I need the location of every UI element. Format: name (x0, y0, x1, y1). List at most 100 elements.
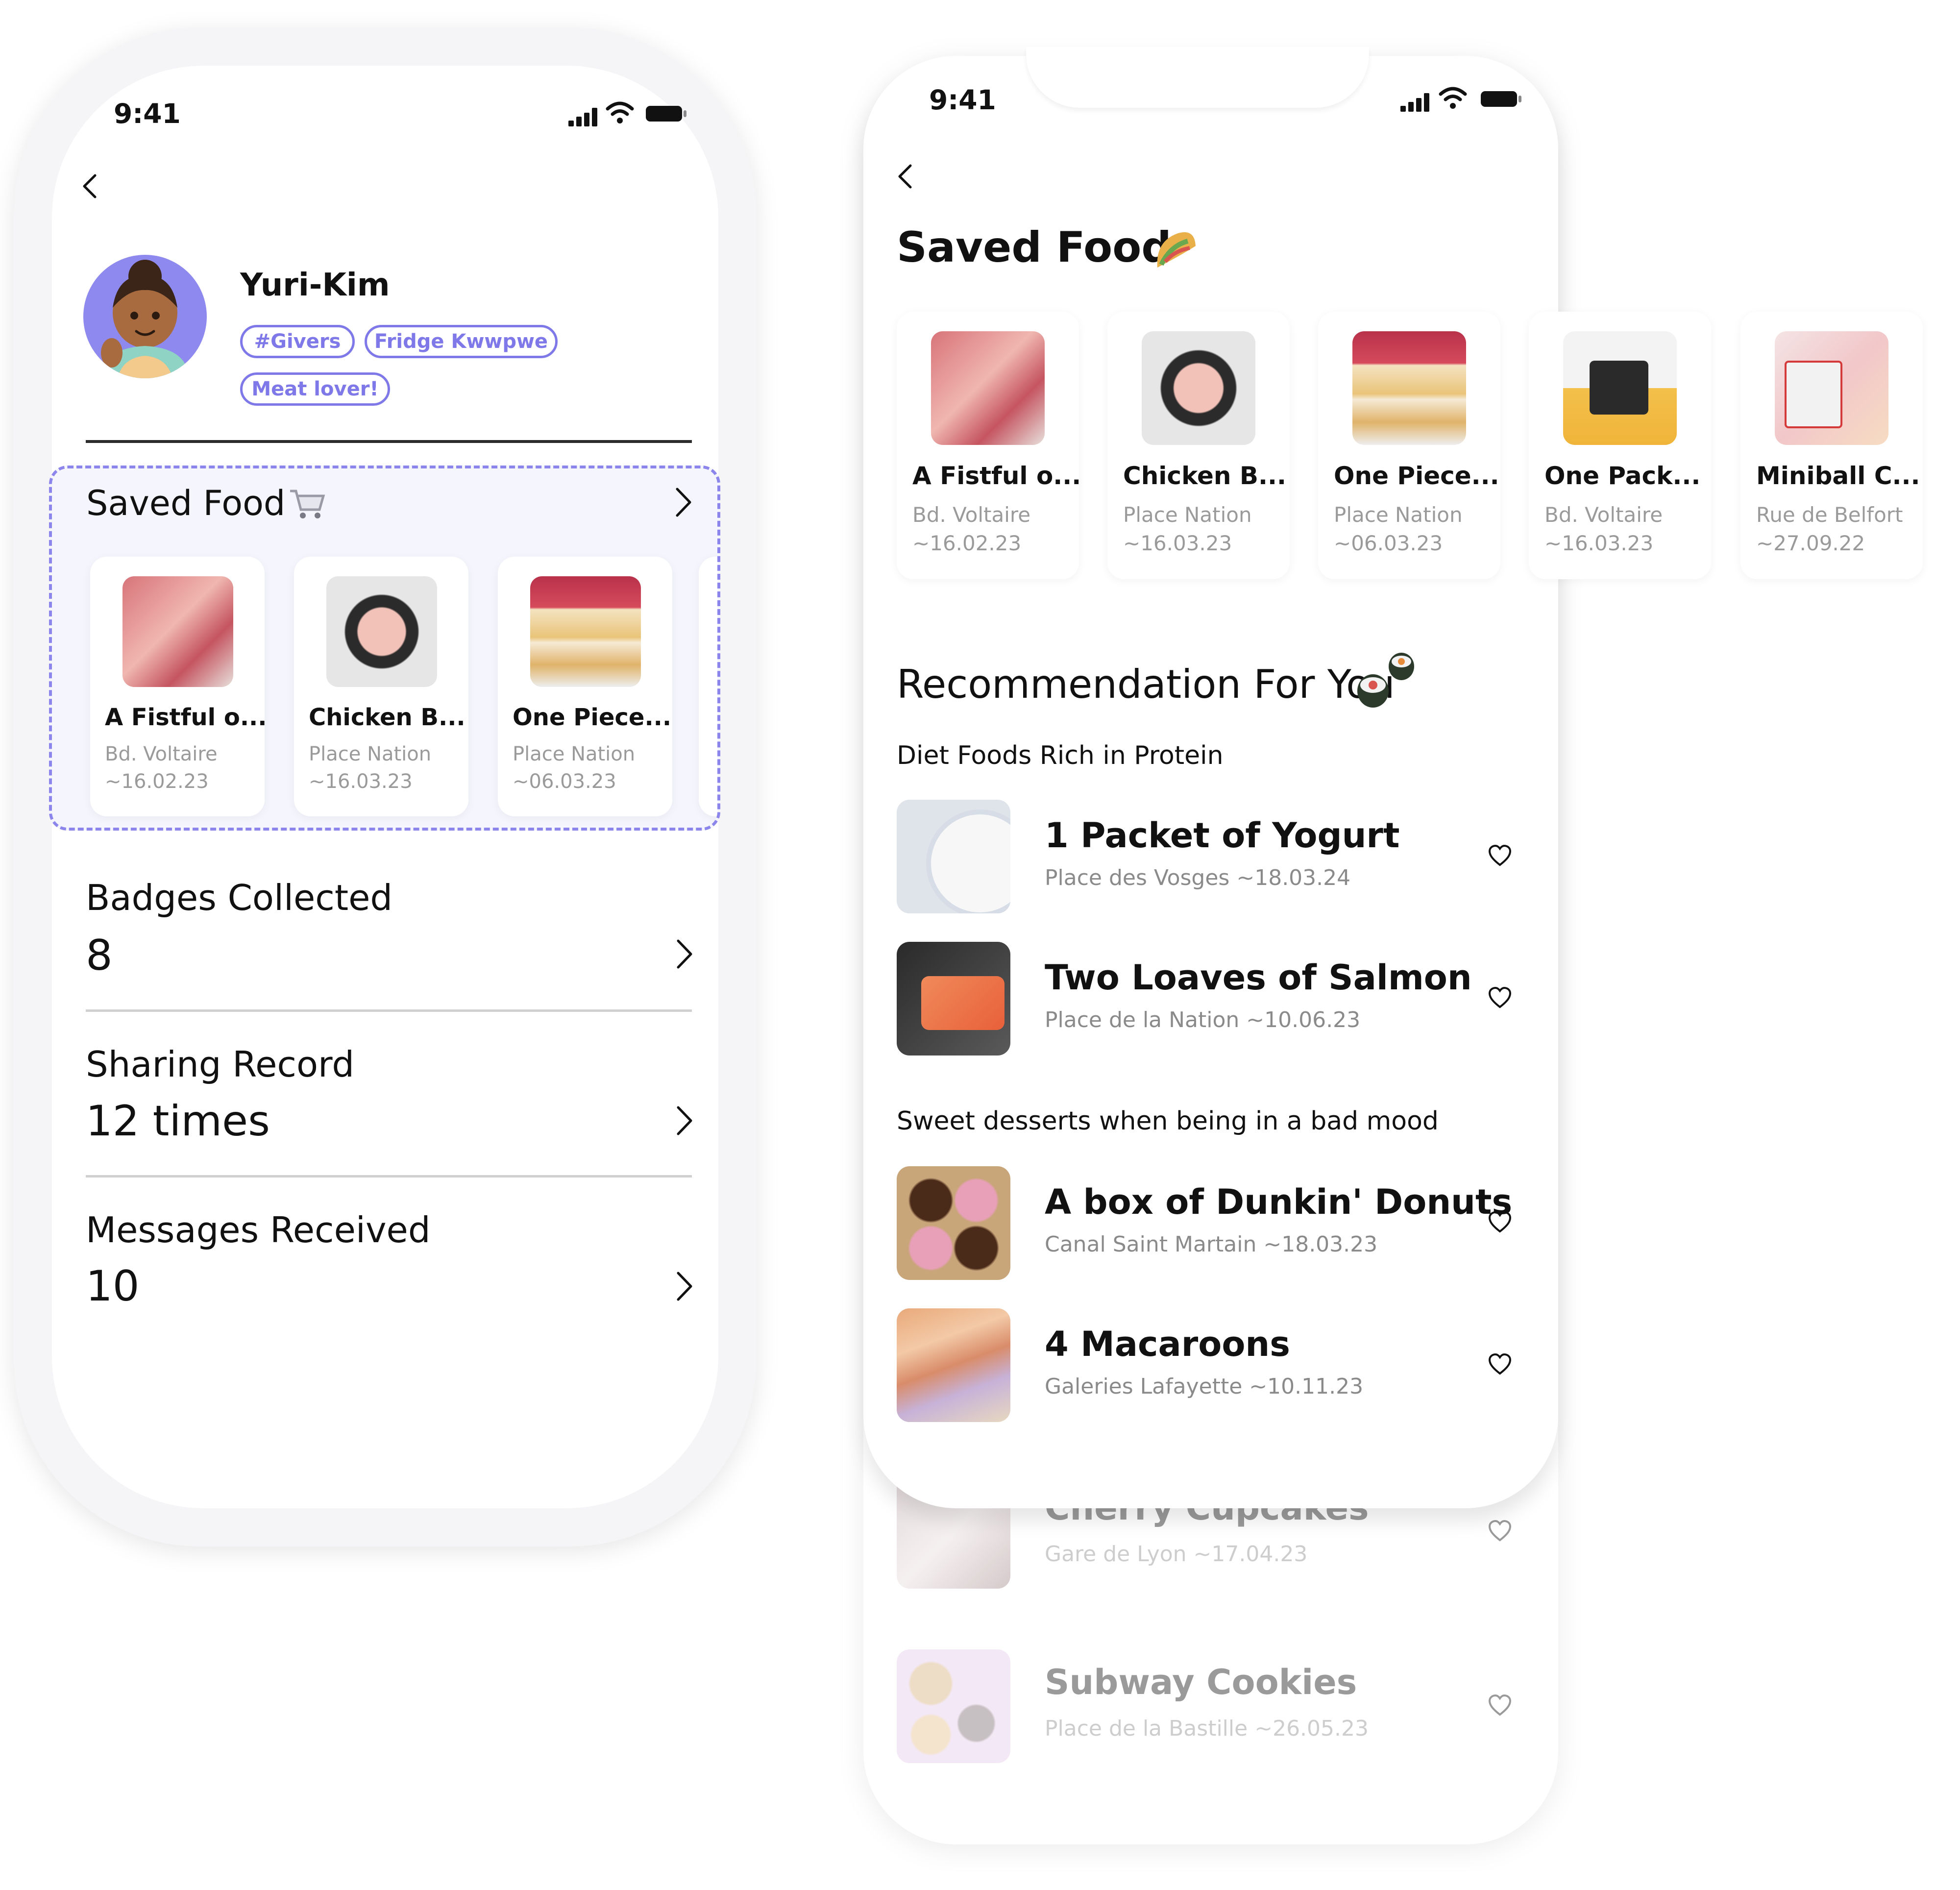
food-image (530, 576, 641, 687)
saved-food-card-partial[interactable] (699, 557, 717, 816)
favorite-button[interactable] (1488, 1519, 1512, 1546)
heart-icon (1488, 1520, 1512, 1542)
faded-item-title: Subway Cookies (1045, 1662, 1357, 1702)
badges-label: Badges Collected (86, 877, 393, 918)
card-place: Place Nation (1123, 503, 1252, 527)
item-meta: Place des Vosges ~18.03.24 (1045, 865, 1351, 890)
tag-givers[interactable]: #Givers (240, 325, 355, 358)
item-meta: Canal Saint Martain ~18.03.23 (1045, 1232, 1378, 1257)
card-place: Rue de Belfort (1756, 503, 1903, 527)
saved-food-card[interactable]: Chicken B... Place Nation ~16.03.23 (1107, 312, 1290, 579)
saved-food-section[interactable]: Saved Food A Fistful o... Bd. Voltaire ~… (49, 466, 720, 831)
food-image (1563, 331, 1677, 445)
salmon-image (897, 942, 1010, 1055)
sharing-open-button[interactable] (671, 1104, 698, 1140)
item-title: Two Loaves of Salmon (1045, 957, 1472, 998)
wifi-icon (606, 101, 634, 126)
card-title: One Pack... (1544, 462, 1701, 490)
card-date: ~06.03.23 (1334, 531, 1443, 555)
item-title: 4 Macaroons (1045, 1324, 1290, 1364)
card-title: Chicken B... (309, 704, 466, 731)
yogurt-image (897, 800, 1010, 913)
stats-divider (86, 1009, 692, 1012)
item-meta: Place de la Nation ~10.06.23 (1045, 1007, 1361, 1032)
favorite-button[interactable] (1488, 1210, 1512, 1237)
card-title: A Fistful o... (912, 462, 1079, 490)
card-place: Bd. Voltaire (1544, 503, 1663, 527)
page-title: Saved Food (897, 223, 1172, 272)
sharing-value: 12 times (86, 1097, 270, 1146)
saved-food-card[interactable]: One Piece... Place Nation ~06.03.23 (498, 557, 672, 816)
signal-icon (1400, 93, 1430, 112)
chevron-right-icon (677, 1272, 692, 1301)
macaroons-image (897, 1308, 1010, 1422)
group-heading-desserts: Sweet desserts when being in a bad mood (897, 1106, 1439, 1136)
favorite-button[interactable] (1488, 844, 1512, 870)
card-place: Place Nation (1334, 503, 1463, 527)
card-title: Miniball C... (1756, 462, 1920, 490)
card-place: Place Nation (513, 743, 636, 765)
cookies-image (897, 1649, 1010, 1763)
avatar[interactable] (83, 255, 207, 378)
food-image (122, 576, 233, 687)
saved-food-card[interactable]: Chicken B... Place Nation ~16.03.23 (294, 557, 468, 816)
item-meta: Galeries Lafayette ~10.11.23 (1045, 1374, 1364, 1399)
tag-meat-lover[interactable]: Meat lover! (240, 372, 390, 406)
taco-icon (1151, 226, 1200, 277)
chevron-left-icon (83, 174, 97, 198)
favorite-button[interactable] (1488, 1352, 1512, 1379)
heart-icon (1488, 1694, 1512, 1716)
card-date: ~16.03.23 (1123, 531, 1232, 555)
chevron-right-icon (677, 1106, 692, 1135)
wifi-icon (1439, 86, 1467, 112)
food-image (1775, 331, 1888, 445)
card-date: ~27.09.22 (1756, 531, 1865, 555)
saved-food-title: Saved Food (86, 483, 286, 523)
badges-open-button[interactable] (671, 937, 698, 973)
saved-food-card[interactable]: A Fistful o... Bd. Voltaire ~16.02.23 (90, 557, 265, 816)
right-phone-screen (863, 56, 1558, 1508)
saved-food-card[interactable]: One Piece... Place Nation ~06.03.23 (1318, 312, 1500, 579)
sharing-label: Sharing Record (86, 1044, 355, 1085)
card-place: Place Nation (309, 743, 432, 765)
faded-item-meta: Gare de Lyon ~17.04.23 (1045, 1542, 1308, 1567)
shopping-cart-icon (287, 484, 326, 525)
phone-notch (1026, 47, 1369, 108)
item-title: A box of Dunkin' Donuts (1045, 1182, 1513, 1222)
food-image (326, 576, 437, 687)
badges-value: 8 (86, 931, 113, 980)
favorite-button[interactable] (1488, 986, 1512, 1012)
group-heading-protein: Diet Foods Rich in Protein (897, 741, 1224, 770)
sushi-icon (1352, 646, 1421, 716)
chevron-left-icon (898, 164, 912, 189)
saved-food-card[interactable]: Miniball C... Rue de Belfort ~27.09.22 (1740, 312, 1923, 579)
profile-divider (86, 440, 692, 443)
food-image (1352, 331, 1466, 445)
messages-open-button[interactable] (671, 1269, 698, 1305)
card-place: Bd. Voltaire (105, 743, 218, 765)
status-time: 9:41 (114, 98, 181, 129)
tag-fridge[interactable]: Fridge Kwwpwe (365, 325, 558, 358)
favorite-button[interactable] (1488, 1694, 1512, 1720)
card-date: ~16.02.23 (912, 531, 1022, 555)
back-button[interactable] (892, 162, 921, 193)
recommendation-title: Recommendation For You (897, 662, 1395, 707)
card-place: Bd. Voltaire (912, 503, 1031, 527)
heart-icon (1488, 986, 1512, 1008)
card-title: One Piece... (513, 704, 672, 731)
messages-label: Messages Received (86, 1209, 431, 1251)
card-date: ~16.03.23 (1544, 531, 1654, 555)
food-image (1142, 331, 1255, 445)
saved-food-more-button[interactable] (670, 485, 697, 521)
heart-icon (1488, 1353, 1512, 1375)
chevron-right-icon (676, 488, 691, 517)
status-time: 9:41 (929, 84, 996, 116)
donuts-image (897, 1166, 1010, 1280)
saved-food-card[interactable]: A Fistful o... Bd. Voltaire ~16.02.23 (897, 312, 1079, 579)
battery-icon (645, 104, 687, 125)
back-button[interactable] (76, 172, 106, 203)
card-title: Chicken B... (1123, 462, 1286, 490)
card-title: A Fistful o... (105, 704, 265, 731)
messages-value: 10 (86, 1262, 140, 1311)
saved-food-card[interactable]: One Pack... Bd. Voltaire ~16.03.23 (1529, 312, 1711, 579)
